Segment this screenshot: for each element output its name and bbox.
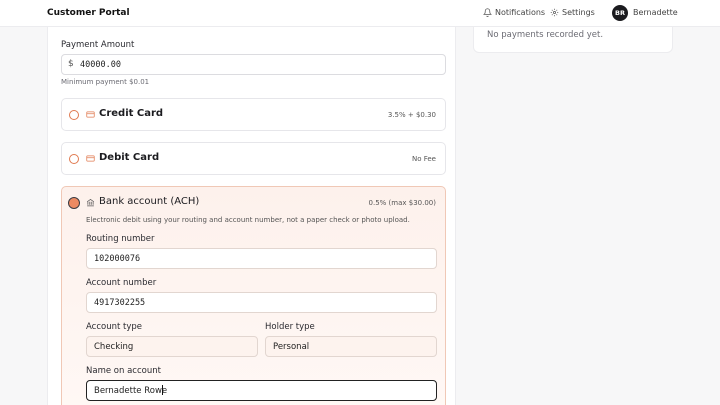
top-bar: Customer Portal Notifications Settings B… xyxy=(0,0,720,27)
holder-type-select[interactable]: Personal xyxy=(265,336,437,357)
account-type-select[interactable]: Checking xyxy=(86,336,258,357)
user-name[interactable]: Bernadette xyxy=(633,8,678,17)
account-type-label: Account type xyxy=(86,322,143,332)
holder-type-label: Holder type xyxy=(265,322,315,332)
notifications-label: Notifications xyxy=(495,8,546,17)
account-number-label: Account number xyxy=(86,278,157,288)
payment-amount-hint: Minimum payment $0.01 xyxy=(61,78,150,86)
settings-label: Settings xyxy=(562,8,595,17)
notifications-link[interactable]: Notifications xyxy=(483,8,545,17)
routing-number-input[interactable] xyxy=(86,248,437,269)
bank-account-title: Bank account (ACH) xyxy=(99,196,200,207)
credit-card-fee: 3.5% + $0.30 xyxy=(387,111,436,119)
debit-card-fee: No Fee xyxy=(411,155,436,163)
account-number-input[interactable] xyxy=(86,292,437,313)
settings-link[interactable]: Settings xyxy=(550,8,595,17)
debit-card-radio[interactable] xyxy=(69,154,79,164)
payment-history-empty: No payments recorded yet. xyxy=(487,30,604,40)
payment-amount-label: Payment Amount xyxy=(61,40,135,50)
gear-icon xyxy=(550,8,559,17)
text-caret xyxy=(162,385,163,395)
credit-card-title: Credit Card xyxy=(99,108,164,119)
bank-account-fee: 0.5% (max $30.00) xyxy=(368,199,436,207)
routing-number-label: Routing number xyxy=(86,234,155,244)
name-on-account-label: Name on account xyxy=(86,366,161,376)
avatar[interactable]: BR xyxy=(612,5,628,21)
bank-account-radio[interactable] xyxy=(68,197,80,209)
bank-icon xyxy=(86,199,95,207)
credit-card-radio[interactable] xyxy=(69,110,79,120)
debit-card-icon xyxy=(86,155,95,162)
bell-icon xyxy=(483,8,492,17)
payment-amount-input[interactable] xyxy=(80,56,440,73)
name-on-account-input[interactable] xyxy=(86,380,437,401)
debit-card-title: Debit Card xyxy=(99,152,160,163)
credit-card-icon xyxy=(86,111,95,118)
bank-account-description: Electronic debit using your routing and … xyxy=(86,216,410,224)
currency-symbol: $ xyxy=(68,59,74,69)
brand-title: Customer Portal xyxy=(47,8,130,18)
